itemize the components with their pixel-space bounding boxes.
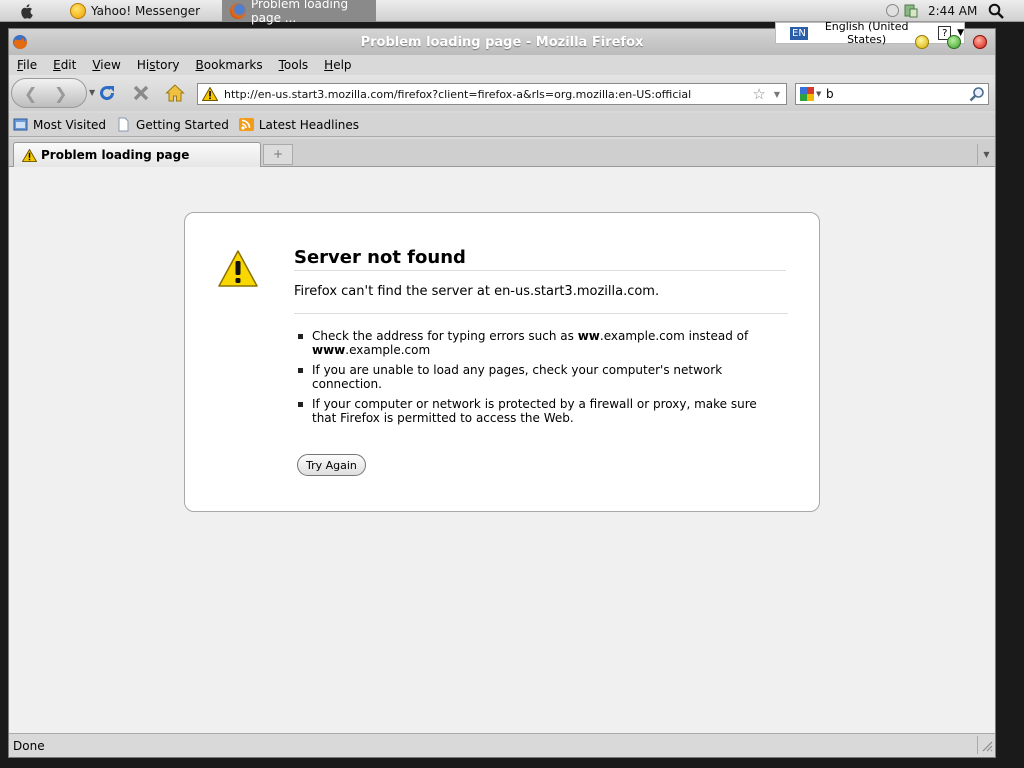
navigation-toolbar: ❮ ❯ ▼ http://en-us.start3.mozilla.com/fi… (9, 75, 995, 111)
bookmark-getting-started[interactable]: Getting Started (116, 117, 229, 132)
reload-icon[interactable] (97, 83, 117, 103)
tab-problem-loading-page[interactable]: Problem loading page (13, 142, 261, 167)
back-forward-group: ❮ ❯ (11, 78, 87, 108)
window-title: Problem loading page - Mozilla Firefox (360, 35, 644, 50)
status-bar: Done (9, 733, 995, 757)
resize-grip-icon[interactable] (981, 740, 993, 752)
try-again-button[interactable]: Try Again (297, 454, 366, 476)
firefox-icon (230, 3, 246, 19)
bookmark-latest-headlines[interactable]: Latest Headlines (238, 117, 359, 132)
new-tab-button[interactable]: + (263, 144, 293, 165)
minimize-button[interactable] (915, 35, 929, 49)
folder-icon (13, 118, 28, 131)
list-item: If you are unable to load any pages, che… (294, 363, 774, 391)
firefox-window: Problem loading page - Mozilla Firefox E… (8, 20, 996, 758)
stop-icon[interactable] (131, 83, 151, 103)
warning-icon (202, 87, 218, 101)
status-tray-icon[interactable] (886, 4, 899, 17)
list-item: Check the address for typing errors such… (294, 329, 774, 357)
url-dropdown-icon[interactable]: ▼ (774, 90, 780, 99)
status-text: Done (13, 739, 45, 753)
bookmark-star-icon[interactable]: ☆ (752, 85, 765, 103)
error-title: Server not found (294, 247, 786, 271)
maximize-button[interactable] (947, 35, 961, 49)
menu-edit[interactable]: Edit (45, 58, 84, 72)
error-panel: Server not found Firefox can't find the … (184, 212, 820, 512)
rss-icon (238, 118, 254, 131)
language-bar[interactable]: EN English (United States) ? ▼ (775, 20, 965, 46)
search-bar[interactable]: ▼ b (795, 83, 989, 105)
page-content: Server not found Firefox can't find the … (9, 167, 995, 733)
language-label: English (United States) (824, 20, 909, 46)
bookmarks-toolbar: Most Visited Getting Started Latest Head… (9, 113, 995, 137)
apple-icon[interactable] (18, 2, 36, 20)
menu-history[interactable]: History (129, 58, 188, 72)
yahoo-smiley-icon (70, 3, 86, 19)
taskbar-item-yahoo-messenger[interactable]: Yahoo! Messenger (62, 0, 216, 22)
network-tray-icon[interactable] (904, 3, 918, 18)
menu-help[interactable]: Help (316, 58, 359, 72)
menu-file[interactable]: File (9, 58, 45, 72)
magnifier-icon[interactable] (968, 85, 986, 103)
history-dropdown-icon[interactable]: ▼ (89, 88, 95, 97)
bookmark-most-visited[interactable]: Most Visited (13, 117, 106, 132)
google-icon[interactable]: ▼ (800, 86, 824, 102)
language-code: EN (790, 26, 808, 40)
tab-list-dropdown-icon[interactable]: ▼ (977, 144, 995, 165)
menu-bar: File Edit View History Bookmarks Tools H… (9, 55, 995, 75)
menu-view[interactable]: View (84, 58, 128, 72)
tab-strip: Problem loading page + ▼ (9, 139, 995, 167)
title-bar[interactable]: Problem loading page - Mozilla Firefox E… (9, 20, 995, 55)
page-icon (118, 117, 129, 132)
back-button[interactable]: ❮ (24, 84, 37, 103)
list-item: If your computer or network is protected… (294, 397, 774, 425)
home-icon[interactable] (165, 83, 185, 103)
divider (977, 736, 978, 754)
forward-button[interactable]: ❯ (54, 84, 67, 103)
taskbar-item-label: Yahoo! Messenger (91, 4, 201, 18)
tab-label: Problem loading page (41, 148, 190, 162)
taskbar-item-label: Problem loading page ... (251, 0, 349, 25)
system-menubar: Yahoo! Messenger Problem loading page ..… (0, 0, 1024, 25)
url-text[interactable]: http://en-us.start3.mozilla.com/firefox?… (224, 88, 752, 101)
warning-icon (218, 250, 258, 287)
menu-bookmarks[interactable]: Bookmarks (188, 58, 271, 72)
search-input[interactable]: b (824, 87, 968, 101)
close-button[interactable] (973, 35, 987, 49)
error-description: Firefox can't find the server at en-us.s… (294, 284, 788, 314)
firefox-icon[interactable] (12, 34, 28, 50)
taskbar-item-firefox[interactable]: Problem loading page ... (222, 0, 376, 25)
url-bar[interactable]: http://en-us.start3.mozilla.com/firefox?… (197, 83, 787, 105)
spotlight-search-icon[interactable] (988, 3, 1004, 19)
warning-icon (22, 148, 37, 162)
clock[interactable]: 2:44 AM (928, 4, 977, 18)
menu-tools[interactable]: Tools (271, 58, 317, 72)
error-suggestions: Check the address for typing errors such… (294, 329, 774, 431)
